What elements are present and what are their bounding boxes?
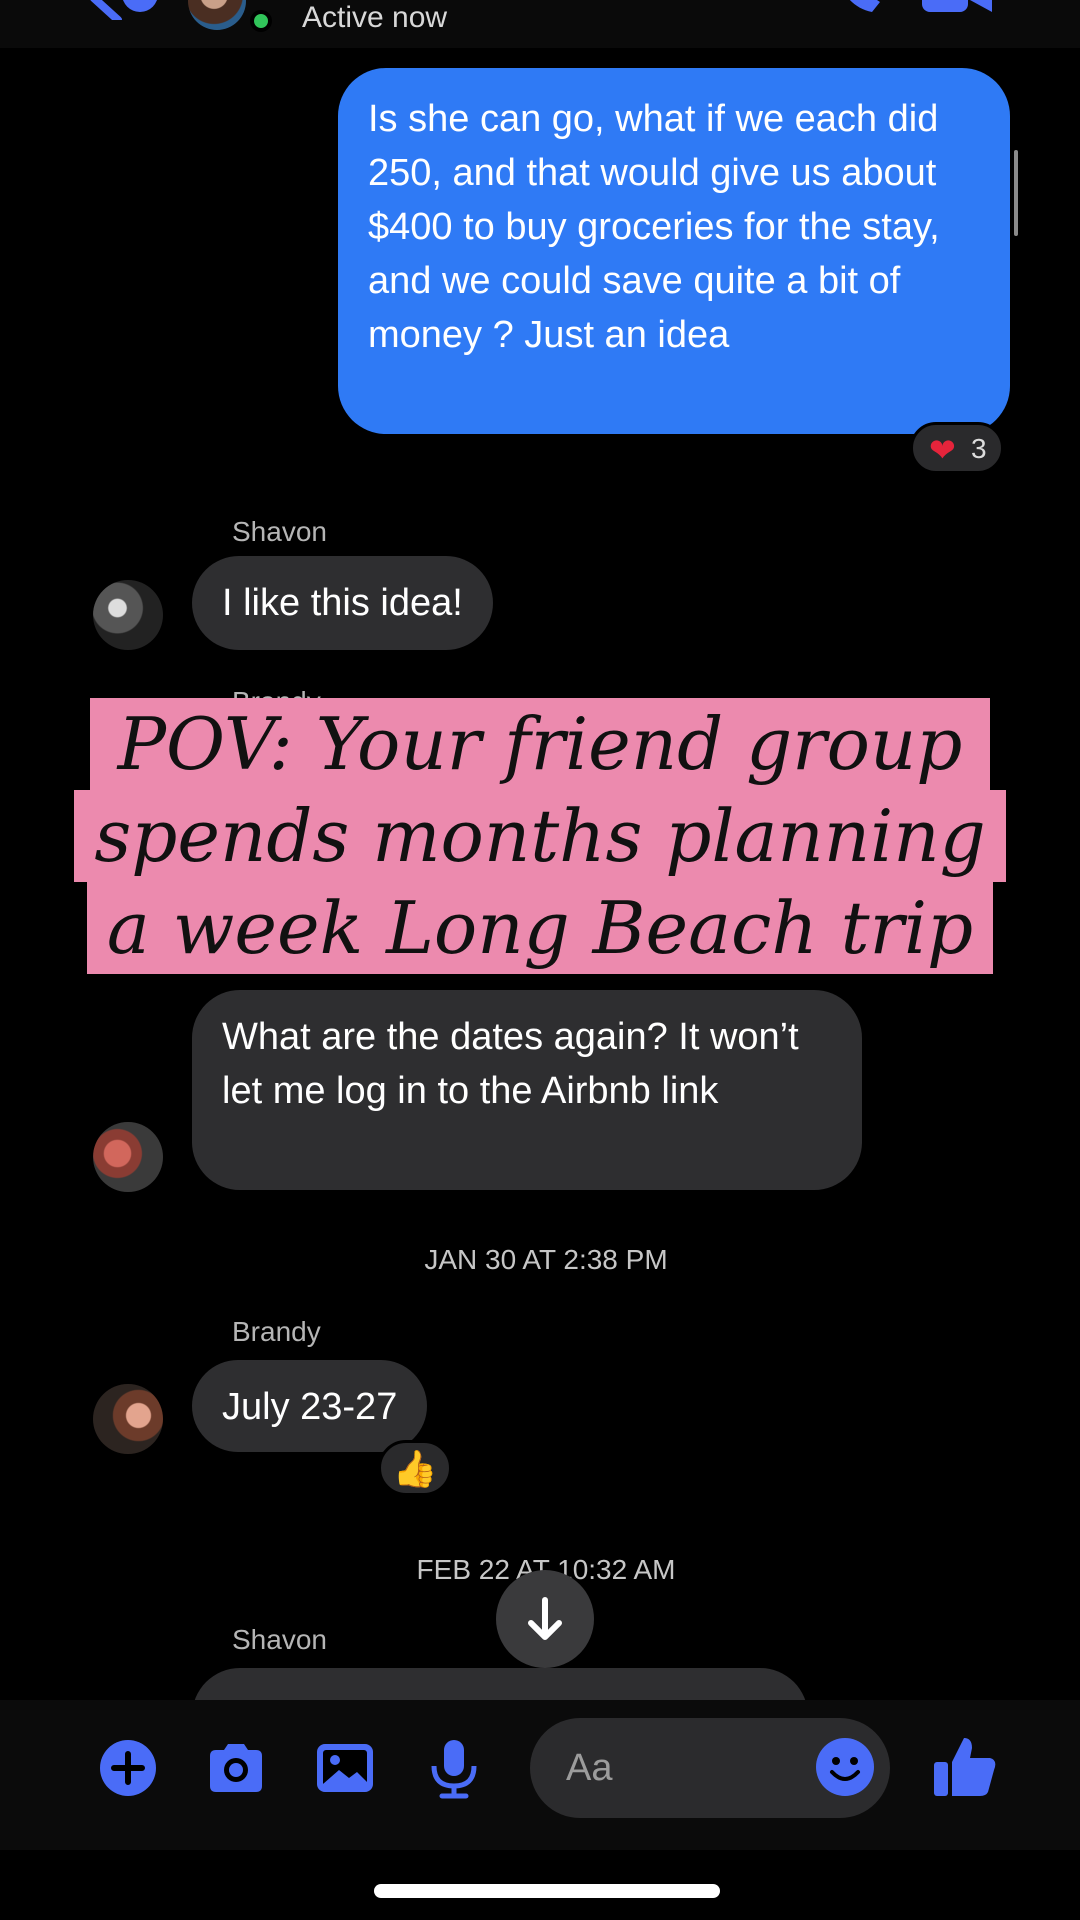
sender-name: Shavon — [232, 1624, 327, 1655]
incoming-message[interactable]: I like this idea! — [192, 556, 493, 650]
caption-overlay: POV: Your friend group spends months pla… — [0, 698, 1080, 974]
avatar[interactable] — [93, 580, 163, 650]
outgoing-message[interactable]: Is she can go, what if we each did 250, … — [338, 68, 1010, 434]
scrollbar[interactable] — [1014, 150, 1018, 236]
back-arrow-icon[interactable] — [88, 0, 158, 20]
heart-icon: ❤ — [929, 432, 956, 468]
thumbs-up-reaction-badge[interactable]: 👍 — [378, 1440, 452, 1496]
thumbs-up-icon[interactable] — [932, 1734, 998, 1800]
microphone-icon[interactable] — [422, 1736, 486, 1800]
timestamp: JAN 30 AT 2:38 PM — [424, 1244, 668, 1275]
video-call-icon[interactable] — [922, 0, 992, 16]
heart-reaction-badge[interactable]: ❤ 3 — [910, 422, 1004, 474]
home-indicator[interactable] — [374, 1884, 720, 1898]
incoming-message[interactable]: July 23-27 — [192, 1360, 428, 1452]
sender-name: Shavon — [232, 516, 327, 547]
scroll-to-bottom-button[interactable] — [496, 1570, 594, 1668]
active-status: Active now — [302, 1, 448, 34]
caption-line: POV: Your friend group — [89, 698, 991, 790]
incoming-message[interactable]: What are the dates again? It won’t let m… — [192, 990, 862, 1190]
avatar[interactable] — [93, 1384, 163, 1454]
conversation-header: Active now — [0, 0, 1080, 48]
sender-name: Brandy — [232, 1316, 321, 1347]
reaction-count: 3 — [971, 433, 987, 464]
group-avatar[interactable] — [188, 0, 246, 30]
online-indicator — [250, 10, 272, 32]
caption-line: spends months planning — [74, 790, 1006, 882]
avatar[interactable] — [93, 1122, 163, 1192]
photo-gallery-icon[interactable] — [313, 1736, 377, 1800]
camera-icon[interactable] — [204, 1736, 268, 1800]
caption-line: a week Long Beach trip — [86, 882, 994, 974]
emoji-icon[interactable] — [814, 1736, 876, 1798]
plus-icon[interactable] — [96, 1736, 160, 1800]
phone-call-icon[interactable] — [832, 0, 882, 18]
arrow-down-icon — [528, 1597, 562, 1640]
